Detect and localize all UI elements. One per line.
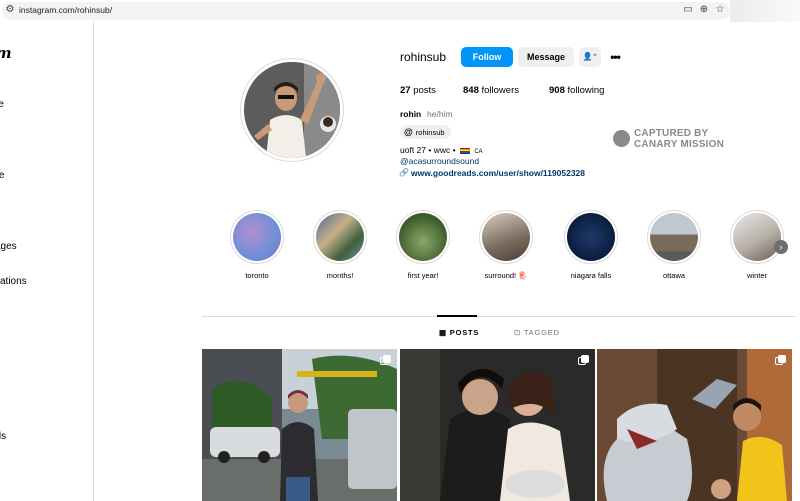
- add-user-icon: 👤⁺: [582, 52, 598, 61]
- followers-count: 848: [463, 85, 479, 96]
- posts-count: 27: [400, 85, 411, 96]
- following-count: 908: [549, 85, 565, 96]
- watermark-line1: CAPTURED BY: [634, 128, 709, 139]
- tab-posts-label: POSTS: [449, 328, 480, 337]
- instagram-logo[interactable]: am: [0, 44, 12, 62]
- profile-avatar[interactable]: [244, 62, 340, 158]
- profile-pronouns: he/him: [427, 109, 453, 119]
- post-thumbnail[interactable]: [400, 349, 595, 501]
- highlight-label[interactable]: surround! 🪼: [466, 271, 546, 280]
- site-info-icon[interactable]: ⚙: [4, 4, 16, 16]
- bookmark-star-icon[interactable]: ☆: [714, 4, 726, 16]
- profile-name: rohin: [400, 109, 422, 119]
- nav-notifications[interactable]: fications: [0, 276, 27, 287]
- pride-flag-icon: [459, 147, 470, 154]
- posts-stat: 27 posts: [400, 85, 436, 97]
- nav-search[interactable]: ch: [0, 134, 1, 145]
- threads-badge[interactable]: @ rohinsub: [400, 125, 451, 139]
- highlight-niagara-falls[interactable]: [567, 213, 615, 261]
- nav-threads[interactable]: ads: [0, 431, 6, 442]
- nav-messages[interactable]: sages: [0, 241, 17, 252]
- posts-label: posts: [413, 85, 436, 96]
- post-photo: [597, 349, 792, 501]
- more-dots-icon: •••: [610, 50, 621, 64]
- post-thumbnail[interactable]: [597, 349, 792, 501]
- highlight-label[interactable]: toronto: [217, 271, 297, 280]
- profile-username: rohinsub: [400, 50, 447, 64]
- threads-icon: @: [404, 127, 413, 137]
- browser-bar-edge: [730, 0, 800, 22]
- tab-tagged[interactable]: ⊡ TAGGED: [514, 328, 560, 337]
- canary-mission-logo: [613, 130, 630, 147]
- highlight-first-year[interactable]: [399, 213, 447, 261]
- chevron-right-icon: ›: [779, 242, 783, 252]
- highlight-label[interactable]: winter: [717, 271, 797, 280]
- watermark-line2: CANARY MISSION: [634, 139, 725, 150]
- active-tab-indicator: [437, 315, 477, 317]
- sidebar: [0, 22, 94, 501]
- bio-country: CA: [474, 149, 483, 155]
- highlight-label[interactable]: ottawa: [634, 271, 714, 280]
- highlight-ottawa[interactable]: [650, 213, 698, 261]
- post-thumbnail[interactable]: [202, 349, 397, 501]
- following-stat[interactable]: 908 following: [549, 85, 604, 97]
- post-photo: [400, 349, 595, 501]
- highlight-label[interactable]: niagara falls: [551, 271, 631, 280]
- tab-tagged-label: TAGGED: [523, 328, 560, 337]
- multiple-photos-icon: [380, 355, 391, 366]
- highlight-winter[interactable]: [733, 213, 781, 261]
- follow-button[interactable]: Follow: [461, 47, 513, 67]
- highlights-next-button[interactable]: ›: [774, 240, 788, 254]
- highlight-surround[interactable]: [482, 213, 530, 261]
- bio-text: uoft 27 • wwc •: [400, 145, 456, 155]
- multiple-photos-icon: [578, 355, 589, 366]
- highlight-label[interactable]: first year!: [383, 271, 463, 280]
- suggest-user-button[interactable]: 👤⁺: [579, 47, 601, 67]
- grid-icon: ▦: [439, 328, 450, 337]
- url-text[interactable]: instagram.com/rohinsub/: [19, 4, 112, 16]
- tab-posts[interactable]: ▦ POSTS: [439, 328, 479, 337]
- nav-explore[interactable]: ore: [0, 170, 4, 181]
- followers-stat[interactable]: 848 followers: [463, 85, 519, 97]
- nav-home[interactable]: me: [0, 99, 4, 110]
- tagged-icon: ⊡: [514, 328, 524, 337]
- post-photo: [202, 349, 397, 501]
- threads-handle: rohinsub: [415, 128, 445, 137]
- avatar-photo: [244, 62, 340, 158]
- link-icon: 🔗: [399, 168, 409, 177]
- highlight-toronto[interactable]: [233, 213, 281, 261]
- followers-label: followers: [481, 85, 520, 96]
- multiple-photos-icon: [775, 355, 786, 366]
- following-label: following: [567, 85, 605, 96]
- message-button[interactable]: Message: [518, 47, 574, 67]
- tabs-divider: [202, 316, 795, 317]
- zoom-icon[interactable]: ⊕: [698, 4, 710, 16]
- more-options-button[interactable]: •••: [606, 47, 624, 67]
- highlight-label[interactable]: months!: [300, 271, 380, 280]
- bio-mention-link[interactable]: @acasurroundsound: [400, 156, 479, 166]
- cast-icon[interactable]: ▭: [682, 4, 694, 16]
- profile-website-link[interactable]: www.goodreads.com/user/show/119052328: [411, 168, 585, 178]
- highlight-months[interactable]: [316, 213, 364, 261]
